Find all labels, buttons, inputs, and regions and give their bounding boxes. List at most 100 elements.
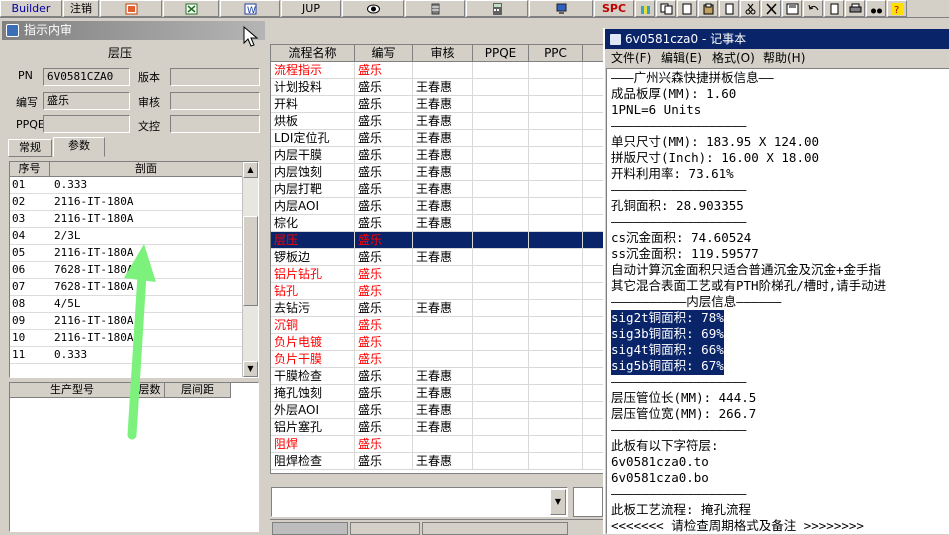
menu-format[interactable]: 格式(O) <box>712 49 755 68</box>
excel-button[interactable] <box>163 0 219 17</box>
builder-button[interactable]: Builder <box>0 0 62 17</box>
col-header-ppqe[interactable]: PPQE <box>473 45 529 62</box>
paste-button[interactable] <box>698 0 718 17</box>
text-line: —————————————————— <box>611 374 747 389</box>
scroll-up-arrow[interactable]: ▲ <box>243 162 258 178</box>
tab-general[interactable]: 常规 <box>8 139 52 157</box>
menu-file[interactable]: 文件(F) <box>611 49 651 68</box>
table-row[interactable]: 干膜检查 盛乐 王春惠 <box>271 368 604 385</box>
table-row[interactable]: 阻焊检查 盛乐 王春惠 <box>271 453 604 470</box>
print-button[interactable] <box>845 0 865 17</box>
tab-parameters[interactable]: 参数 <box>53 137 105 157</box>
bottom-cell-1[interactable] <box>272 522 348 535</box>
col-header-ppc[interactable]: PPC <box>529 45 583 62</box>
table-row[interactable]: 钻孔 盛乐 <box>271 283 604 300</box>
page2-button[interactable] <box>824 0 844 17</box>
col-header-reviewer[interactable]: 审核 <box>413 45 473 62</box>
pn-field[interactable]: 6V0581CZA0 <box>43 68 130 86</box>
author-field[interactable]: 盛乐 <box>43 92 130 110</box>
remarks-combo[interactable]: ▼ <box>271 487 568 517</box>
text-line: sig5b铜面积: 67% <box>611 358 724 375</box>
table-row[interactable]: 锣板边 盛乐 王春惠 <box>271 249 604 266</box>
calculator-button[interactable] <box>466 0 528 17</box>
table-row[interactable]: 去钻污 盛乐 王春惠 <box>271 300 604 317</box>
page-icon <box>725 3 733 15</box>
row-profile: 4/5L <box>54 297 81 310</box>
table-row[interactable]: 03 2116-IT-180A <box>10 211 243 228</box>
table-row[interactable]: 开料 盛乐 王春惠 <box>271 96 604 113</box>
table-row[interactable]: 计划投料 盛乐 王春惠 <box>271 79 604 96</box>
combo-dropdown-button[interactable]: ▼ <box>550 489 566 515</box>
ppqe-field[interactable] <box>43 115 130 133</box>
process-ppc <box>529 79 583 95</box>
table-row[interactable]: 铝片塞孔 盛乐 王春惠 <box>271 419 604 436</box>
process-author: 盛乐 <box>355 79 413 95</box>
gift-button[interactable] <box>635 0 655 17</box>
table-row[interactable]: 负片电镀 盛乐 <box>271 334 604 351</box>
page-button[interactable] <box>719 0 739 17</box>
grid-header-no[interactable]: 序号 <box>10 162 50 177</box>
table-row[interactable]: 阻焊 盛乐 <box>271 436 604 453</box>
table-row[interactable]: 02 2116-IT-180A <box>10 194 243 211</box>
process-author: 盛乐 <box>355 453 413 469</box>
wenkong-field[interactable] <box>170 115 260 133</box>
view-button[interactable] <box>342 0 404 17</box>
prod-header-model[interactable]: 生产型号 <box>10 383 135 398</box>
bottom-cell-2[interactable] <box>350 522 420 535</box>
table-row[interactable]: 内层AOI 盛乐 王春惠 <box>271 198 604 215</box>
review-field[interactable] <box>170 92 260 110</box>
help-button[interactable]: ? <box>887 0 907 17</box>
table-row[interactable]: 负片干膜 盛乐 <box>271 351 604 368</box>
word-button[interactable]: W <box>220 0 280 17</box>
col-header-extra[interactable] <box>583 45 604 62</box>
text-line: sig3b铜面积: 69% <box>611 326 724 343</box>
parameter-grid-scrollbar[interactable]: ▲ ▼ <box>242 162 258 377</box>
scroll-thumb[interactable] <box>243 216 258 306</box>
scroll-down-arrow[interactable]: ▼ <box>243 361 258 377</box>
spc-button[interactable]: SPC <box>594 0 634 17</box>
secondary-field[interactable] <box>573 487 603 517</box>
table-row[interactable]: 内层打靶 盛乐 王春惠 <box>271 181 604 198</box>
cut-button[interactable] <box>740 0 760 17</box>
table-row[interactable]: 烘板 盛乐 王春惠 <box>271 113 604 130</box>
grid-header-profile[interactable]: 剖面 <box>50 162 243 177</box>
logout-button[interactable]: 注销 <box>63 0 99 17</box>
find-button[interactable] <box>866 0 886 17</box>
col-header-author[interactable]: 编写 <box>355 45 413 62</box>
undo-button[interactable] <box>803 0 823 17</box>
copy-button[interactable] <box>656 0 676 17</box>
table-row[interactable]: 01 0.333 <box>10 177 243 194</box>
col-header-process[interactable]: 流程名称 <box>271 45 355 62</box>
document-button[interactable] <box>677 0 697 17</box>
jup-button[interactable]: JUP <box>281 0 341 17</box>
menu-help[interactable]: 帮助(H) <box>763 49 805 68</box>
prod-header-spacing[interactable]: 层间距 <box>165 383 231 398</box>
database-button[interactable] <box>405 0 465 17</box>
version-field[interactable] <box>170 68 260 86</box>
row-no: 08 <box>12 297 26 310</box>
table-row[interactable]: 内层干膜 盛乐 王春惠 <box>271 147 604 164</box>
process-ppc <box>529 436 583 452</box>
process-ppc <box>529 181 583 197</box>
table-row[interactable]: LDI定位孔 盛乐 王春惠 <box>271 130 604 147</box>
process-name: 钻孔 <box>271 283 355 299</box>
save-button[interactable] <box>782 0 802 17</box>
notepad-text-area[interactable]: ———广州兴森快捷拼板信息—— 成品板厚(MM): 1.60 1PNL=6 Unit… <box>606 68 949 534</box>
process-name: 阻焊检查 <box>271 453 355 469</box>
table-row[interactable]: 内层蚀刻 盛乐 王春惠 <box>271 164 604 181</box>
table-row[interactable]: 铝片钻孔 盛乐 <box>271 266 604 283</box>
delete-button[interactable] <box>761 0 781 17</box>
table-row[interactable]: 掩孔蚀刻 盛乐 王春惠 <box>271 385 604 402</box>
powerpoint-button[interactable] <box>100 0 162 17</box>
process-extra <box>583 130 604 146</box>
computer-button[interactable] <box>529 0 593 17</box>
table-row[interactable]: 流程指示 盛乐 <box>271 62 604 79</box>
table-row[interactable]: 棕化 盛乐 王春惠 <box>271 215 604 232</box>
process-reviewer: 王春惠 <box>413 164 473 180</box>
process-ppc <box>529 198 583 214</box>
table-row[interactable]: 外层AOI 盛乐 王春惠 <box>271 402 604 419</box>
table-row[interactable]: 层压 盛乐 <box>271 232 604 249</box>
table-row[interactable]: 沉铜 盛乐 <box>271 317 604 334</box>
bottom-cell-3[interactable] <box>422 522 568 535</box>
menu-edit[interactable]: 编辑(E) <box>661 49 702 68</box>
